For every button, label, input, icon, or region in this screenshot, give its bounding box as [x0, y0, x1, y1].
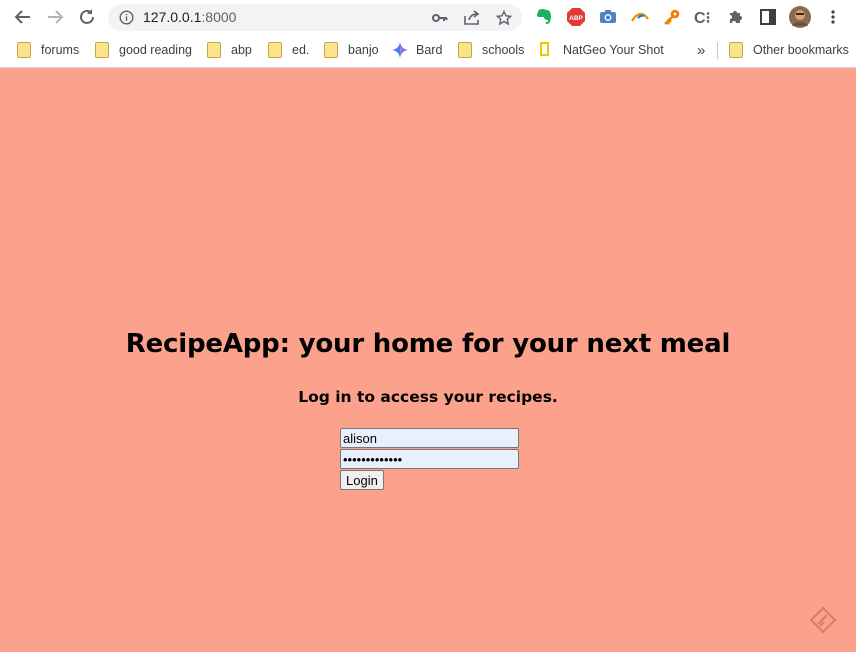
bookmark-natgeo[interactable]: NatGeo Your Shot [539, 40, 664, 60]
camera-icon[interactable] [597, 6, 619, 28]
login-button[interactable]: Login [340, 470, 384, 490]
avatar[interactable] [789, 6, 811, 28]
bookmark-forums[interactable]: forums [17, 40, 79, 60]
code-icon[interactable]: C⁝ [693, 6, 715, 28]
password-input[interactable] [340, 449, 519, 469]
url-port: :8000 [201, 9, 237, 25]
folder-icon [207, 42, 221, 58]
bookmark-bard[interactable]: Bard [392, 40, 442, 60]
bookmark-good-reading[interactable]: good reading [95, 40, 192, 60]
bookmark-label: banjo [348, 43, 379, 57]
login-subtitle: Log in to access your recipes. [298, 388, 558, 406]
bookmark-schools[interactable]: schools [458, 40, 524, 60]
puzzle-icon[interactable] [725, 6, 747, 28]
folder-icon [729, 42, 743, 58]
bookmark-label: schools [482, 43, 525, 57]
bookmark-banjo[interactable]: banjo [324, 40, 379, 60]
back-arrow-icon [14, 10, 30, 24]
bookmark-label: good reading [119, 43, 192, 57]
adblock-label: ABP [569, 15, 583, 22]
key-password-icon[interactable] [430, 8, 450, 28]
bird-icon[interactable] [629, 6, 651, 28]
code-label: C⁝ [694, 10, 711, 27]
bookmark-label: ed. [292, 43, 310, 57]
bookmarks-overflow-button[interactable]: » [697, 40, 705, 60]
bookmark-label: forums [41, 43, 80, 57]
sparkle-icon [392, 42, 408, 58]
evernote-icon[interactable] [533, 6, 555, 28]
other-bookmarks[interactable]: Other bookmarks [729, 40, 849, 60]
address-bar[interactable]: 127.0.0.1:8000 [108, 4, 522, 31]
bookmark-label: abp [231, 43, 252, 57]
forward-arrow-icon [48, 10, 64, 24]
folder-icon [17, 42, 31, 58]
folder-icon [458, 42, 472, 58]
menu-icon[interactable] [822, 6, 844, 28]
back-button[interactable] [11, 5, 35, 29]
url-host: 127.0.0.1 [143, 9, 202, 25]
adblock-icon[interactable]: ABP [565, 6, 587, 28]
bookmark-label: NatGeo Your Shot [563, 43, 664, 57]
page-title: RecipeApp: your home for your next meal [125, 329, 731, 359]
sidepanel-icon[interactable] [757, 6, 779, 28]
browser-toolbar: 127.0.0.1:8000 ABP C⁝ [0, 0, 856, 34]
reload-icon [80, 9, 94, 24]
folder-icon [95, 42, 109, 58]
natgeo-icon [539, 42, 553, 58]
folder-icon [324, 42, 338, 58]
folder-icon [268, 42, 282, 58]
site-info-icon[interactable] [118, 9, 135, 26]
extension-corner-icon[interactable] [809, 606, 837, 634]
username-input[interactable] [340, 428, 519, 448]
bookmark-label: Other bookmarks [753, 43, 849, 57]
forward-button[interactable] [43, 5, 67, 29]
page-content: RecipeApp: your home for your next meal … [0, 68, 856, 652]
bookmark-label: Bard [416, 43, 443, 57]
share-icon[interactable] [462, 8, 482, 28]
bookmarks-divider [717, 42, 718, 59]
key-icon[interactable] [661, 6, 683, 28]
bookmark-ed[interactable]: ed. [268, 40, 309, 60]
bookmark-abp[interactable]: abp [207, 40, 252, 60]
reload-button[interactable] [75, 5, 99, 29]
bookmarks-bar: forums good reading abp ed. banjo Bard s… [0, 34, 856, 68]
star-bookmark-icon[interactable] [494, 8, 514, 28]
url-text: 127.0.0.1:8000 [143, 9, 236, 25]
